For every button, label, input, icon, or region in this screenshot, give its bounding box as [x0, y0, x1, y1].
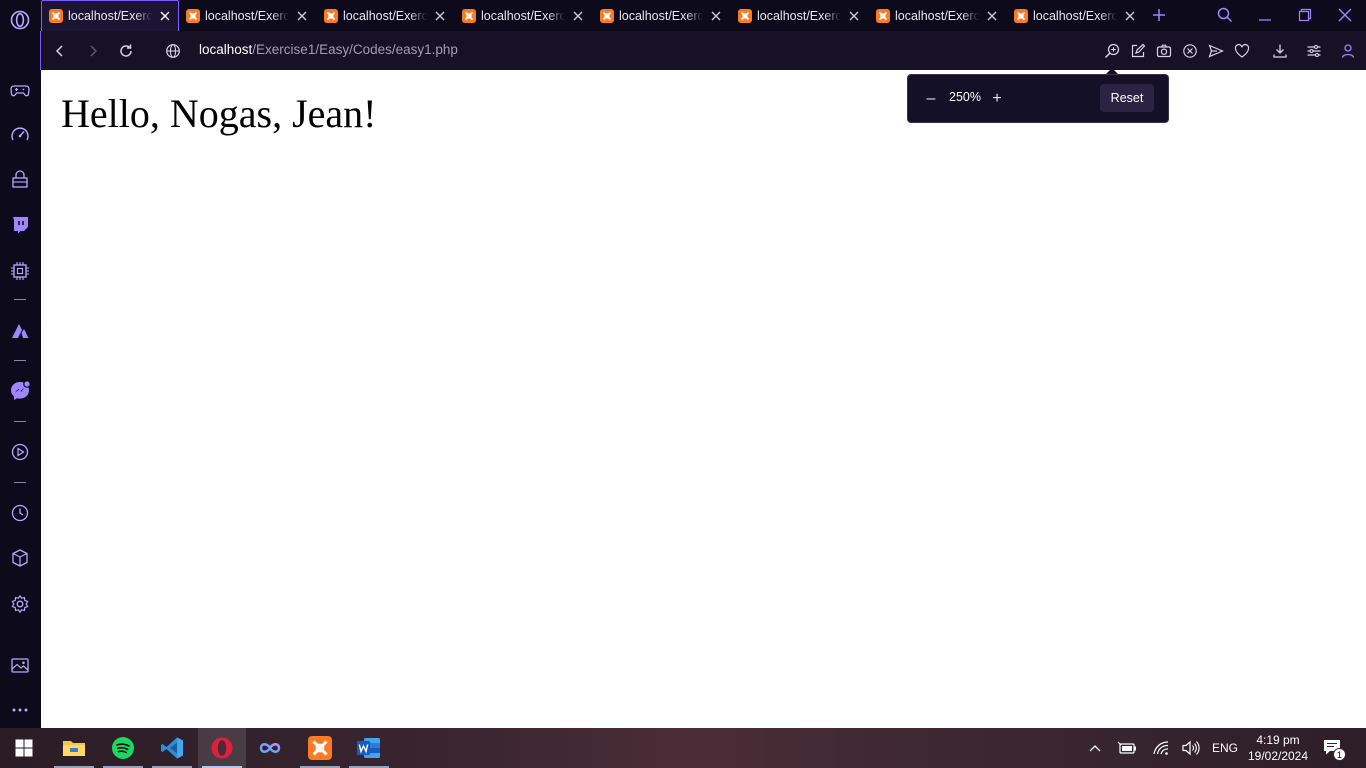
url-path: /Exercise1/Easy/Codes/easy1.php [252, 42, 458, 57]
tab-title: localhost/Exercise1/Easy/Codes/easy1.php [68, 9, 152, 23]
tab-title: localhost/Exercise1/Easy/Codes/easy1.php [205, 8, 289, 23]
clock-time: 4:19 pm [1256, 733, 1300, 747]
restore-icon[interactable] [1295, 5, 1315, 25]
profile-icon[interactable] [1338, 41, 1358, 61]
snapshot-edit-icon[interactable] [1128, 41, 1148, 61]
tab-close-icon[interactable] [294, 8, 310, 24]
adblock-icon[interactable] [1180, 41, 1200, 61]
sidebar-separator [14, 482, 26, 483]
tab-5[interactable]: localhost/Exercise1/Easy/Codes/easy1.php [593, 0, 731, 31]
sidebar-separator [14, 360, 26, 361]
gaming-icon[interactable] [8, 78, 32, 102]
back-icon[interactable] [50, 41, 70, 61]
page-viewport: Hello, Nogas, Jean! [41, 70, 1366, 728]
chip-icon[interactable] [8, 259, 32, 283]
xampp-favicon-icon [462, 8, 476, 23]
url-host: localhost [199, 42, 253, 57]
url-field[interactable]: localhost/Exercise1/Easy/Codes/easy1.php [199, 42, 458, 57]
player-icon[interactable] [8, 440, 32, 464]
tab-8[interactable]: localhost/Exercise1/Easy/Codes/easy1.php [1007, 0, 1145, 31]
wifi-icon[interactable] [1150, 737, 1172, 759]
tab-1[interactable]: localhost/Exercise1/Easy/Codes/easy1.php [41, 0, 179, 31]
forward-icon[interactable] [83, 41, 103, 61]
tab-title: localhost/Exercise1/Easy/Codes/easy1.php [343, 8, 427, 23]
tab-title: localhost/Exercise1/Easy/Codes/easy1.php [757, 8, 841, 23]
xampp-favicon-icon [186, 8, 200, 23]
tab-close-icon[interactable] [984, 8, 1000, 24]
sidebar [0, 31, 40, 728]
xampp-favicon-icon [738, 8, 752, 23]
heart-icon[interactable] [1232, 41, 1252, 61]
tab-search-icon[interactable] [1215, 5, 1235, 25]
settings-icon[interactable] [8, 592, 32, 616]
vscode-icon[interactable] [148, 728, 196, 768]
xampp-favicon-icon [600, 8, 614, 23]
tab-close-icon[interactable] [432, 8, 448, 24]
xampp-favicon-icon [324, 8, 338, 23]
tab-close-icon[interactable] [570, 8, 586, 24]
history-icon[interactable] [8, 501, 32, 525]
shopping-icon[interactable] [8, 168, 32, 192]
battery-icon[interactable] [1116, 737, 1138, 759]
messenger-icon[interactable] [8, 379, 32, 403]
easy-setup-icon[interactable] [1304, 41, 1324, 61]
zoom-out-button[interactable]: – [922, 90, 940, 108]
gallery-icon[interactable] [8, 654, 32, 678]
speed-dial-icon[interactable] [8, 123, 32, 147]
tab-close-icon[interactable] [1122, 8, 1138, 24]
volume-icon[interactable] [1180, 737, 1202, 759]
clock-date: 19/02/2024 [1247, 749, 1309, 763]
address-bar: localhost/Exercise1/Easy/Codes/easy1.php [40, 31, 1366, 70]
aria-icon[interactable] [8, 319, 32, 343]
window-close-icon[interactable] [1335, 5, 1355, 25]
word-icon[interactable] [345, 728, 393, 768]
sidebar-separator [14, 421, 26, 422]
zoom-in-button[interactable]: + [988, 90, 1006, 108]
opera-taskbar-icon[interactable] [198, 728, 246, 768]
zoom-reset-button[interactable]: Reset [1100, 84, 1154, 112]
more-icon[interactable] [8, 698, 32, 722]
tab-4[interactable]: localhost/Exercise1/Easy/Codes/easy1.php [455, 0, 593, 31]
chevron-up-icon[interactable] [1084, 737, 1106, 759]
zoom-level: 250% [949, 90, 981, 104]
language-indicator[interactable]: ENG [1212, 741, 1238, 755]
tab-close-icon[interactable] [708, 8, 724, 24]
xampp-favicon-icon [49, 9, 63, 23]
twitch-icon[interactable] [8, 213, 32, 237]
zoom-popup: – 250% + Reset [907, 74, 1169, 123]
tab-close-icon[interactable] [846, 8, 862, 24]
extensions-icon[interactable] [8, 546, 32, 570]
tab-bar: localhost/Exercise1/Easy/Codes/easy1.php… [0, 0, 1366, 31]
xampp-favicon-icon [1014, 8, 1028, 23]
windows-start-icon[interactable] [0, 728, 48, 768]
tab-2[interactable]: localhost/Exercise1/Easy/Codes/easy1.php [179, 0, 317, 31]
tab-3[interactable]: localhost/Exercise1/Easy/Codes/easy1.php [317, 0, 455, 31]
site-info-globe-icon[interactable] [163, 41, 183, 61]
new-tab-icon[interactable] [1150, 6, 1168, 24]
minimize-icon[interactable] [1255, 5, 1275, 25]
taskbar: ENG 4:19 pm 19/02/2024 1 [0, 728, 1366, 768]
sidebar-separator [14, 299, 26, 300]
download-icon[interactable] [1270, 41, 1290, 61]
xampp-favicon-icon [876, 8, 890, 23]
send-icon[interactable] [1206, 41, 1226, 61]
system-clock[interactable]: 4:19 pm 19/02/2024 [1246, 732, 1310, 764]
tab-title: localhost/Exercise1/Easy/Codes/easy1.php [619, 8, 703, 23]
infinity-app-icon[interactable] [246, 728, 294, 768]
file-explorer-icon[interactable] [50, 728, 98, 768]
spotify-icon[interactable] [99, 728, 147, 768]
notification-count-badge: 1 [1333, 748, 1346, 761]
tab-title: localhost/Exercise1/Easy/Codes/easy1.php [1033, 8, 1117, 23]
tab-7[interactable]: localhost/Exercise1/Easy/Codes/easy1.php [869, 0, 1007, 31]
camera-icon[interactable] [1154, 41, 1174, 61]
reload-icon[interactable] [116, 41, 136, 61]
greeting-heading: Hello, Nogas, Jean! [61, 91, 377, 136]
xampp-icon[interactable] [296, 728, 344, 768]
notification-icon[interactable]: 1 [1322, 737, 1346, 761]
tab-title: localhost/Exercise1/Easy/Codes/easy1.php [895, 8, 979, 23]
tab-6[interactable]: localhost/Exercise1/Easy/Codes/easy1.php [731, 0, 869, 31]
tab-title: localhost/Exercise1/Easy/Codes/easy1.php [481, 8, 565, 23]
zoom-icon[interactable] [1102, 41, 1122, 61]
tab-close-icon[interactable] [157, 8, 173, 24]
